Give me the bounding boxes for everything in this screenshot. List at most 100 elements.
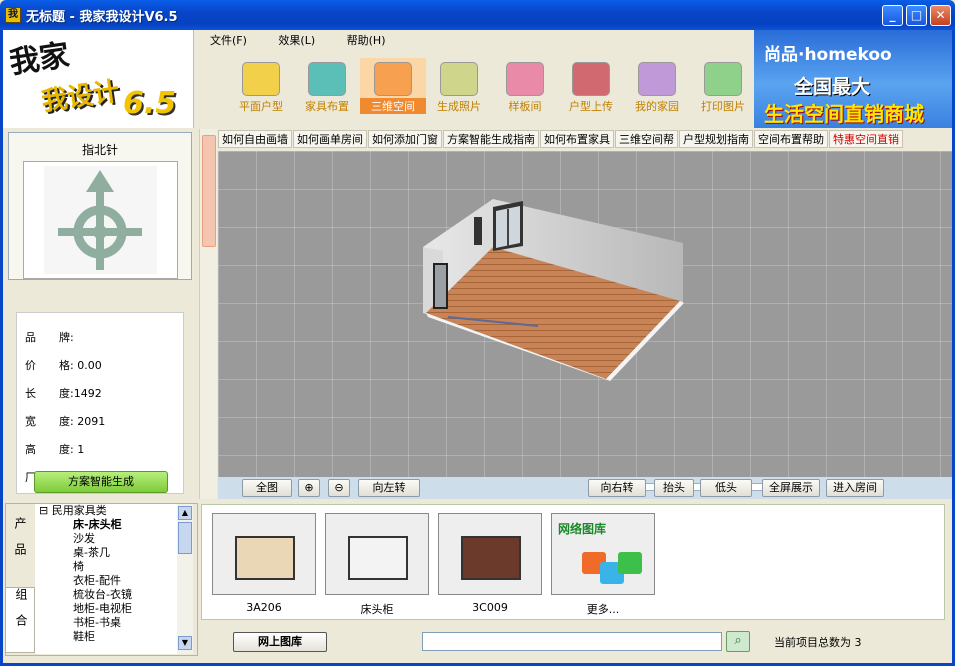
look-down-button[interactable]: 低头 (700, 479, 752, 497)
toolbar-label: 平面户型 (239, 100, 283, 113)
tree-item[interactable]: 梳妆台-衣镜 (35, 588, 177, 602)
menu-file[interactable]: 文件(F) (210, 34, 247, 47)
zoom-in-button[interactable]: ⊕ (298, 479, 320, 497)
window-model (493, 201, 523, 251)
rotate-right-button[interactable]: 向右转 (588, 479, 646, 497)
title-bar[interactable]: 我 无标题 - 我家我设计V6.5 _ □ ✕ (0, 0, 955, 30)
house-icon (638, 62, 676, 96)
enter-room-button[interactable]: 进入房间 (826, 479, 884, 497)
menu-effect[interactable]: 效果(L) (278, 34, 315, 47)
tree-item[interactable]: 沙发 (35, 532, 177, 546)
tree-item[interactable]: 书柜-书桌 (35, 616, 177, 630)
compass-view[interactable] (23, 161, 178, 279)
help-tab[interactable]: 如何添加门窗 (368, 130, 442, 148)
nightstand-thumbnail (325, 513, 429, 595)
product-label: 3A206 (246, 601, 282, 614)
view-control-bar: 全图 ⊕ ⊖ 向左转 向右转 抬头 低头 全屏展示 进入房间 (218, 477, 952, 499)
help-tab[interactable]: 如何布置家具 (540, 130, 614, 148)
toolbar-cube-button[interactable]: 三维空间 (360, 58, 426, 114)
cube-icon (374, 62, 412, 96)
tree-item[interactable]: 床-床头柜 (35, 518, 177, 532)
tree-item[interactable]: 椅 (35, 560, 177, 574)
ad-brand: 尚品·homekoo (764, 45, 892, 65)
tree-root-label: 民用家具类 (51, 504, 107, 517)
properties-panel: 品牌: 价格: 0.00 长度:1492 宽度: 2091 高度: 1厂 (16, 312, 184, 494)
help-tab[interactable]: 如何自由画墙 (218, 130, 292, 148)
tree-item[interactable]: 鞋柜 (35, 630, 177, 644)
tab-products-label: 产品 (13, 517, 27, 569)
smart-generate-button[interactable]: 方案智能生成 (34, 471, 168, 493)
toolbar-printer-button[interactable]: 打印图片 (690, 58, 756, 114)
help-tab[interactable]: 如何画单房间 (293, 130, 367, 148)
property-row: 高 度: 1 (25, 441, 175, 457)
tree-scroll-thumb[interactable] (178, 522, 192, 554)
property-row: 价 格: 0.00 (25, 357, 175, 373)
tab-products[interactable]: 产品 (5, 517, 35, 580)
collapse-icon[interactable]: ⊟ (39, 504, 52, 517)
ad-banner[interactable]: 尚品·homekoo 全国最大 生活空间直销商城 (754, 30, 952, 128)
property-label: 高 (25, 443, 36, 456)
property-value: 度: 2091 (59, 415, 106, 428)
nightstand-dark-thumbnail (438, 513, 542, 595)
toolbar-floppy-disk-button[interactable]: 户型上传 (558, 58, 624, 114)
property-value: 格: 0.00 (59, 359, 102, 372)
help-tab[interactable]: 户型规划指南 (679, 130, 753, 148)
help-tab[interactable]: 方案智能生成指南 (443, 130, 539, 148)
help-tab[interactable]: 特惠空间直销 (829, 130, 903, 148)
furniture-shape (348, 536, 408, 580)
tree-item[interactable]: 地柜-电视柜 (35, 602, 177, 616)
tree-item[interactable]: 桌-茶几 (35, 546, 177, 560)
furniture-shape (235, 536, 295, 580)
tree-scrollbar[interactable]: ▲ ▼ (177, 504, 193, 654)
scroll-up-icon[interactable]: ▲ (178, 506, 192, 520)
toolbar-camera-button[interactable]: 生成照片 (426, 58, 492, 114)
scroll-down-icon[interactable]: ▼ (178, 636, 192, 650)
compass-arrow-icon (44, 166, 157, 274)
maximize-button[interactable]: □ (906, 5, 927, 26)
search-input[interactable] (422, 632, 722, 651)
product-item[interactable]: 3C009 (438, 513, 542, 614)
search-icon[interactable]: ⌕ (726, 631, 750, 652)
rotate-left-button[interactable]: 向左转 (358, 479, 420, 497)
close-button[interactable]: ✕ (930, 5, 951, 26)
toolbar-label: 三维空间 (360, 98, 426, 114)
toolbar-house-button[interactable]: 我的家园 (624, 58, 690, 114)
floppy-disk-icon (572, 62, 610, 96)
toolbar-sample-room-button[interactable]: 样板间 (492, 58, 558, 114)
logo-version: 6.5 (123, 86, 177, 121)
look-up-button[interactable]: 抬头 (654, 479, 694, 497)
toolbar-label: 户型上传 (569, 100, 613, 113)
product-label: 更多... (586, 603, 620, 616)
product-item[interactable]: 床头柜 (325, 513, 429, 617)
tab-groups-label: 组合 (14, 588, 28, 640)
ad-slogan: 全国最大 (794, 76, 871, 98)
tree-root[interactable]: ⊟ 民用家具类 (35, 504, 177, 518)
property-value: 度:1492 (59, 387, 102, 400)
toolbar-label: 打印图片 (701, 100, 745, 113)
toolbar-label: 我的家园 (635, 100, 679, 113)
product-label: 3C009 (472, 601, 508, 614)
net-library-button[interactable]: 网上图库 (233, 632, 327, 652)
fit-all-button[interactable]: 全图 (242, 479, 292, 497)
tree-item[interactable]: 衣柜-配件 (35, 574, 177, 588)
product-item[interactable]: 3A206 (212, 513, 316, 614)
help-tab[interactable]: 空间布置帮助 (754, 130, 828, 148)
category-tree: ⊟ 民用家具类 床-床头柜 沙发 桌-茶几椅衣柜-配件 梳妆台-衣镜 地柜-电视柜 书柜-书… (35, 504, 177, 654)
compass-panel: 指北针 (8, 132, 192, 280)
zoom-out-button[interactable]: ⊖ (328, 479, 350, 497)
canvas-vertical-scrollbar[interactable] (199, 129, 217, 499)
network-library-badge: 网络图库 (558, 522, 607, 536)
menu-help[interactable]: 帮助(H) (347, 34, 386, 47)
3d-view-canvas[interactable] (218, 151, 952, 477)
scrollbar-thumb[interactable] (202, 135, 216, 247)
minimize-button[interactable]: _ (882, 5, 903, 26)
product-item[interactable]: 网络图库更多... (551, 513, 655, 617)
toolbar-chair-button[interactable]: 家具布置 (294, 58, 360, 114)
window-title: 无标题 - 我家我设计V6.5 (26, 10, 178, 25)
app-icon: 我 (5, 7, 21, 23)
tab-groups[interactable]: 组合 (5, 587, 35, 653)
property-label: 品 (25, 331, 36, 344)
fullscreen-button[interactable]: 全屏展示 (762, 479, 820, 497)
toolbar-pencil-button[interactable]: 平面户型 (228, 58, 294, 114)
help-tab[interactable]: 三维空间帮 (615, 130, 678, 148)
